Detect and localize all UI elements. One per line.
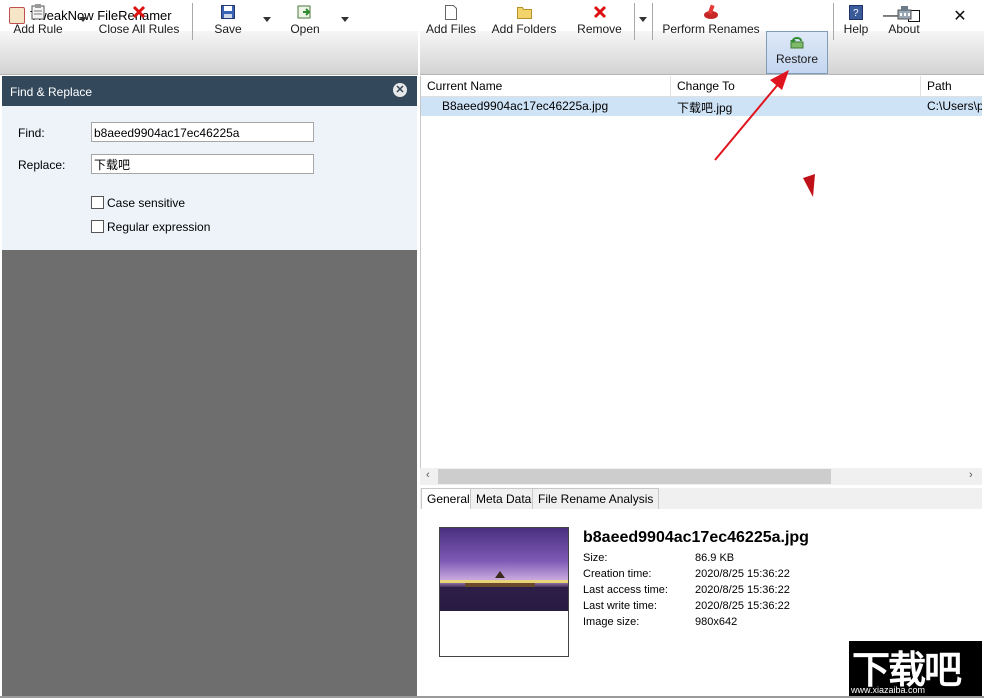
perform-renames-button[interactable]: Perform Renames bbox=[662, 0, 760, 43]
detail-value-last-access-time: 2020/8/25 15:36:22 bbox=[695, 584, 790, 596]
toolbar-separator bbox=[833, 3, 834, 40]
save-button[interactable]: Save bbox=[210, 0, 246, 43]
remove-button[interactable]: Remove bbox=[577, 0, 622, 43]
red-x-icon bbox=[592, 4, 608, 20]
case-sensitive-checkbox[interactable] bbox=[91, 196, 104, 209]
toolbar-separator bbox=[652, 3, 653, 40]
rule-header: Find & Replace ✕ bbox=[2, 76, 417, 106]
close-window-button[interactable]: ✕ bbox=[937, 0, 983, 31]
detail-value-image-size: 980x642 bbox=[695, 616, 738, 628]
rename-tool-icon bbox=[703, 4, 719, 20]
column-header-change-to[interactable]: Change To bbox=[671, 76, 920, 97]
add-rule-dropdown[interactable] bbox=[79, 17, 87, 22]
detail-value-creation-time: 2020/8/25 15:36:22 bbox=[695, 568, 790, 580]
detail-value-last-write-time: 2020/8/25 15:36:22 bbox=[695, 600, 790, 612]
save-dropdown[interactable] bbox=[263, 17, 271, 22]
replace-label: Replace: bbox=[18, 158, 66, 172]
detail-label-creation-time: Creation time: bbox=[583, 568, 652, 580]
file-list[interactable] bbox=[420, 76, 983, 485]
close-rule-icon[interactable]: ✕ bbox=[393, 83, 407, 97]
restore-icon bbox=[789, 34, 805, 50]
image-thumbnail bbox=[440, 528, 568, 611]
find-label: Find: bbox=[18, 126, 45, 140]
detail-label-size: Size: bbox=[583, 552, 608, 564]
cell-current-name: B8aeed9904ac17ec46225a.jpg bbox=[442, 99, 609, 113]
tab-meta-data[interactable]: Meta Data bbox=[470, 488, 538, 509]
red-x-icon bbox=[131, 4, 147, 20]
find-input[interactable]: b8aeed9904ac17ec46225a bbox=[91, 122, 314, 142]
open-button[interactable]: Open bbox=[287, 0, 323, 43]
add-rule-button[interactable]: Add Rule bbox=[8, 0, 68, 43]
replace-input[interactable]: 下载吧 bbox=[91, 154, 314, 174]
regex-checkbox[interactable] bbox=[91, 220, 104, 233]
regex-label: Regular expression bbox=[107, 220, 211, 234]
detail-label-image-size: Image size: bbox=[583, 616, 640, 628]
about-icon bbox=[896, 4, 912, 20]
folder-icon bbox=[516, 4, 532, 20]
restore-button[interactable]: Restore bbox=[766, 31, 828, 74]
file-icon bbox=[443, 4, 459, 20]
scroll-left-arrow[interactable]: ‹ bbox=[426, 469, 430, 481]
open-file-icon bbox=[297, 4, 313, 20]
detail-value-size: 86.9 KB bbox=[695, 552, 735, 564]
detail-label-last-write-time: Last write time: bbox=[583, 600, 657, 612]
column-header-current-name[interactable]: Current Name bbox=[421, 76, 670, 97]
svg-text:?: ? bbox=[853, 8, 859, 19]
scrollbar-thumb[interactable] bbox=[438, 469, 831, 484]
detail-label-last-access-time: Last access time: bbox=[583, 584, 668, 596]
rule-title: Find & Replace bbox=[10, 85, 93, 99]
cell-change-to: 下载吧.jpg bbox=[677, 101, 733, 115]
add-files-button[interactable]: Add Files bbox=[426, 0, 476, 43]
toolbar-separator bbox=[634, 3, 635, 40]
scroll-right-arrow[interactable]: › bbox=[969, 469, 973, 481]
case-sensitive-label: Case sensitive bbox=[107, 196, 186, 210]
thumbnail-landscape-icon bbox=[440, 571, 568, 611]
add-folders-button[interactable]: Add Folders bbox=[492, 0, 556, 43]
watermark-url: www.xiazaiba.com bbox=[851, 685, 926, 695]
close-all-rules-button[interactable]: Close All Rules bbox=[99, 0, 179, 43]
remove-dropdown[interactable] bbox=[639, 17, 647, 22]
cell-path: C:\Users\pc bbox=[927, 99, 982, 113]
floppy-disk-icon bbox=[220, 4, 236, 20]
column-header-path[interactable]: Path bbox=[921, 76, 982, 97]
detail-file-name: b8aeed9904ac17ec46225a.jpg bbox=[583, 529, 809, 546]
add-rule-icon bbox=[30, 4, 46, 20]
about-button[interactable]: About bbox=[884, 0, 924, 43]
open-dropdown[interactable] bbox=[341, 17, 349, 22]
help-book-icon: ? bbox=[848, 4, 864, 20]
help-button[interactable]: ? Help bbox=[840, 0, 872, 43]
tab-file-rename-analysis[interactable]: File Rename Analysis bbox=[532, 488, 660, 509]
tab-general[interactable]: General bbox=[421, 488, 476, 510]
toolbar-separator bbox=[192, 3, 193, 40]
